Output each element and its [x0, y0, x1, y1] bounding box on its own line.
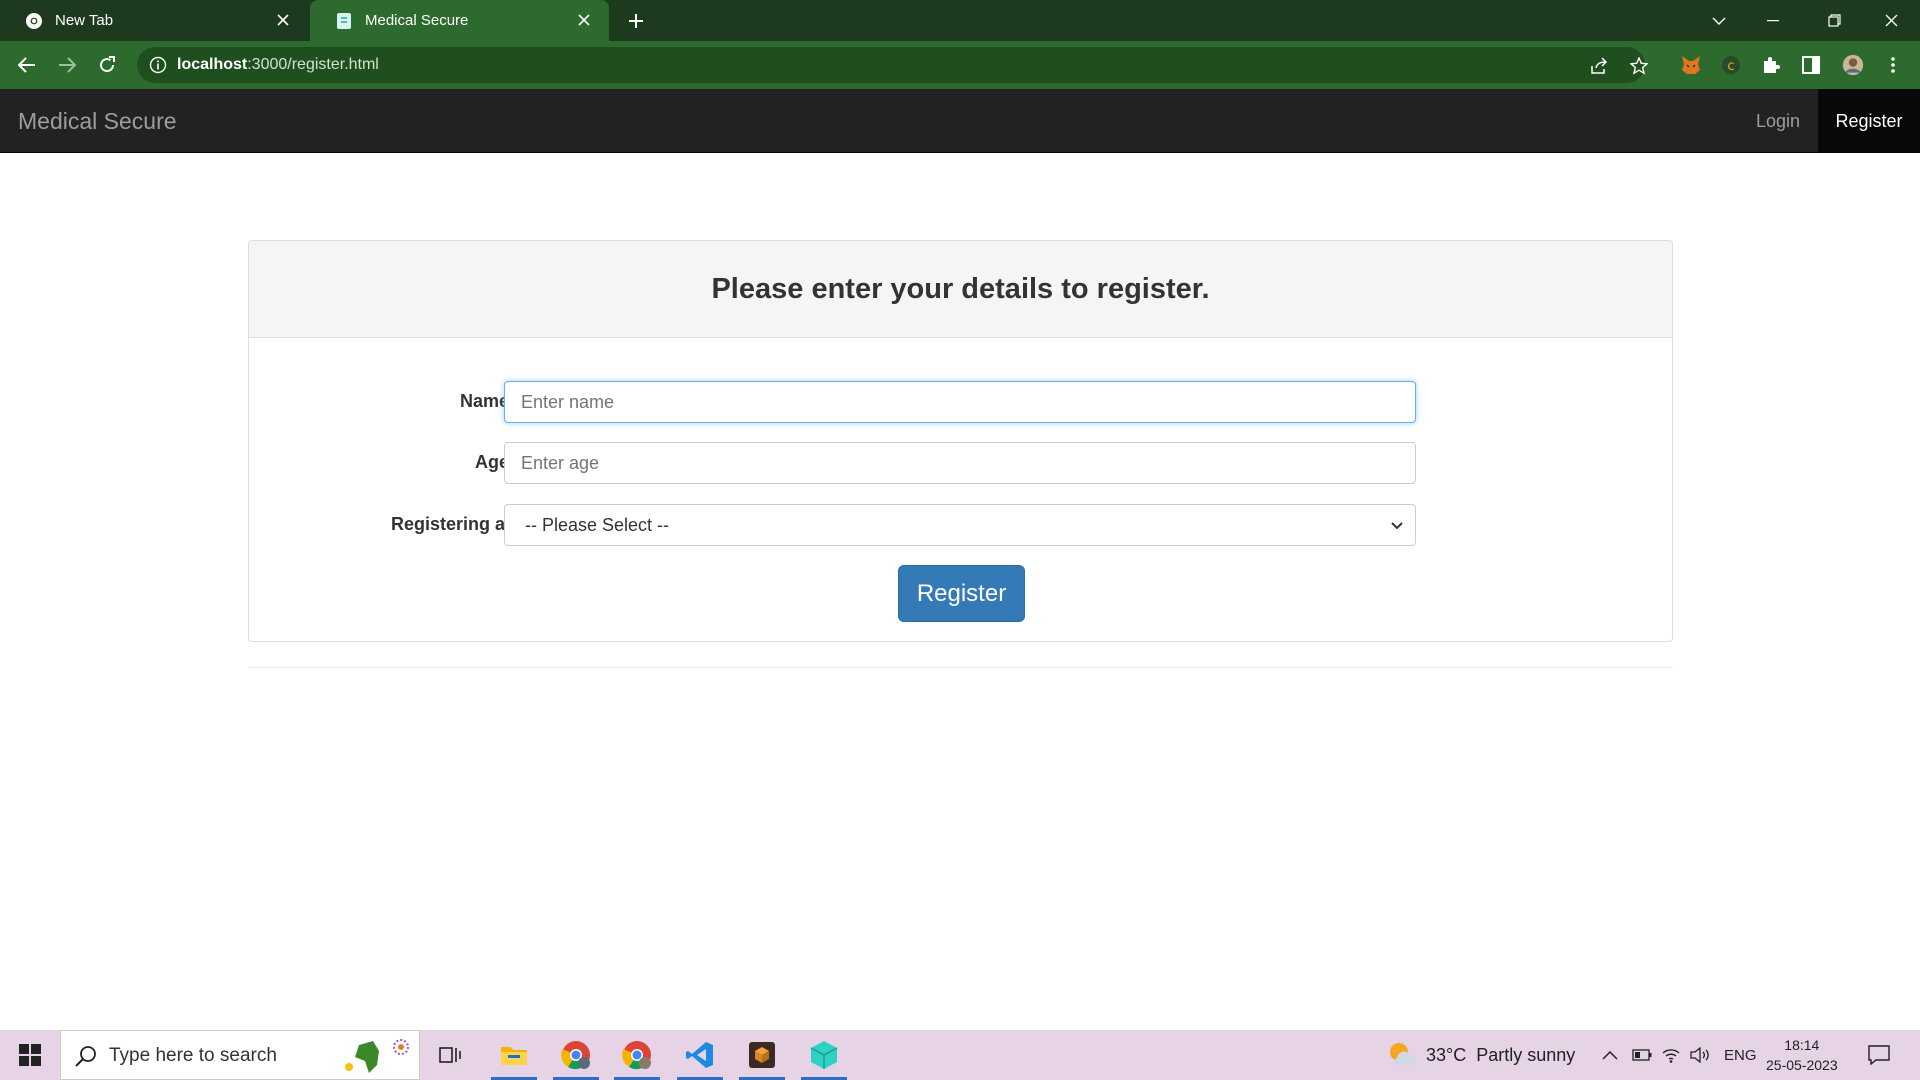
restore-icon[interactable] — [1811, 0, 1857, 41]
file-explorer-icon[interactable] — [488, 1030, 540, 1080]
url-path: :3000/register.html — [247, 56, 379, 73]
search-icon — [75, 1046, 96, 1067]
chrome-taskbar-icon[interactable] — [550, 1030, 602, 1080]
partly-sunny-icon — [1390, 1043, 1417, 1065]
vscode-icon[interactable] — [674, 1030, 726, 1080]
role-row: Registering as -- Please Select -- — [249, 504, 1674, 546]
url-host: localhost — [177, 56, 248, 73]
age-input[interactable] — [504, 442, 1416, 484]
weather-widget[interactable]: 33°C Partly sunny — [1386, 1030, 1575, 1080]
volume-icon[interactable] — [1690, 1030, 1710, 1080]
wifi-icon[interactable] — [1662, 1030, 1680, 1080]
address-bar[interactable]: localhost:3000/register.html — [137, 47, 1648, 83]
language-indicator[interactable]: ENG — [1724, 1030, 1757, 1080]
back-arrow-icon[interactable] — [13, 51, 41, 79]
show-hidden-icons-chevron-icon[interactable] — [1602, 1030, 1618, 1080]
search-highlight-art-icon — [345, 1039, 409, 1073]
reload-icon[interactable] — [93, 51, 121, 79]
close-window-icon[interactable] — [1868, 0, 1914, 41]
chevron-down-icon — [1391, 522, 1403, 530]
register-panel: Please enter your details to register. N… — [248, 240, 1673, 642]
share-icon[interactable] — [1589, 56, 1609, 76]
register-button[interactable]: Register — [898, 565, 1025, 622]
forward-arrow-icon[interactable] — [53, 51, 81, 79]
svg-text:c: c — [1727, 59, 1734, 74]
task-view-icon[interactable] — [424, 1030, 476, 1080]
extensions-puzzle-icon[interactable] — [1760, 54, 1782, 76]
site-navbar: Medical Secure Login Register — [0, 89, 1920, 153]
taskbar-search-box[interactable]: Type here to search — [60, 1030, 420, 1080]
page-title: Please enter your details to register. — [711, 272, 1210, 305]
role-label: Registering as — [390, 514, 515, 534]
panel-heading: Please enter your details to register. — [249, 241, 1672, 338]
minimize-icon[interactable] — [1750, 0, 1796, 41]
bookmark-star-icon[interactable] — [1629, 56, 1649, 76]
divider — [248, 667, 1673, 668]
age-row: Age: — [249, 442, 1674, 484]
role-select[interactable]: -- Please Select -- — [504, 504, 1416, 546]
windows-taskbar: Type here to search 33°C Partly sunny EN… — [0, 1030, 1920, 1080]
windows-start-icon[interactable] — [0, 1030, 60, 1080]
profile-avatar[interactable] — [1842, 54, 1864, 76]
url-text: localhost:3000/register.html — [177, 56, 379, 74]
browser-tab-strip: New Tab Medical Secure — [0, 0, 1920, 41]
tab-search-chevron-icon[interactable] — [1696, 0, 1742, 41]
site-favicon-icon — [335, 12, 353, 30]
clock-date: 25-05-2023 — [1766, 1057, 1838, 1073]
weather-desc: Partly sunny — [1476, 1044, 1576, 1065]
nav-register-link[interactable]: Register — [1818, 89, 1920, 153]
tab-medical-secure[interactable]: Medical Secure — [310, 0, 609, 41]
extension-c-icon[interactable]: c — [1720, 54, 1742, 76]
taskbar-search-text: Type here to search — [109, 1045, 277, 1066]
chrome-icon — [25, 12, 43, 30]
ganache-app-icon[interactable] — [798, 1030, 850, 1080]
new-tab-plus-icon[interactable] — [624, 9, 648, 33]
site-brand[interactable]: Medical Secure — [18, 108, 177, 135]
close-tab-icon[interactable] — [575, 11, 593, 29]
close-tab-icon[interactable] — [274, 11, 292, 29]
nav-login-link[interactable]: Login — [1738, 89, 1818, 153]
chrome-profile-taskbar-icon[interactable] — [611, 1030, 663, 1080]
chrome-menu-icon[interactable] — [1882, 54, 1904, 76]
weather-temp: 33°C — [1426, 1044, 1467, 1065]
role-selected-value: -- Please Select -- — [525, 515, 670, 535]
site-info-icon[interactable] — [149, 56, 167, 74]
sublime-app-icon[interactable] — [736, 1030, 788, 1080]
battery-icon[interactable] — [1632, 1030, 1652, 1080]
tab-title: Medical Secure — [365, 12, 469, 29]
metamask-extension-icon[interactable] — [1680, 54, 1702, 76]
tab-new-tab[interactable]: New Tab — [0, 0, 308, 41]
notifications-icon[interactable] — [1868, 1030, 1890, 1080]
name-input[interactable] — [504, 381, 1416, 423]
tab-title: New Tab — [55, 12, 114, 29]
side-panel-icon[interactable] — [1800, 54, 1822, 76]
taskbar-clock[interactable]: 18:14 25-05-2023 — [1766, 1030, 1838, 1080]
browser-toolbar: localhost:3000/register.html — [0, 41, 1920, 89]
clock-time: 18:14 — [1784, 1037, 1820, 1053]
name-row: Name: — [249, 381, 1674, 423]
